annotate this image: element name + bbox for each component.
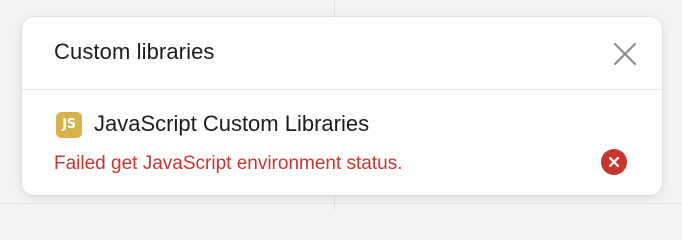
panel-title: Custom libraries — [54, 39, 215, 64]
custom-libraries-panel: Custom libraries JS JavaScript Custom Li… — [22, 17, 662, 195]
javascript-logo-icon: JS — [56, 112, 82, 138]
error-circle-icon — [601, 149, 627, 175]
panel-header: Custom libraries — [22, 17, 662, 90]
library-name: JavaScript Custom Libraries — [94, 111, 370, 136]
library-row-javascript: JS JavaScript Custom Libraries Failed ge… — [22, 91, 662, 195]
library-error-message: Failed get JavaScript environment status… — [54, 153, 403, 174]
close-button[interactable] — [612, 41, 638, 67]
background-divider-horizontal — [0, 203, 682, 204]
close-icon — [614, 43, 636, 65]
